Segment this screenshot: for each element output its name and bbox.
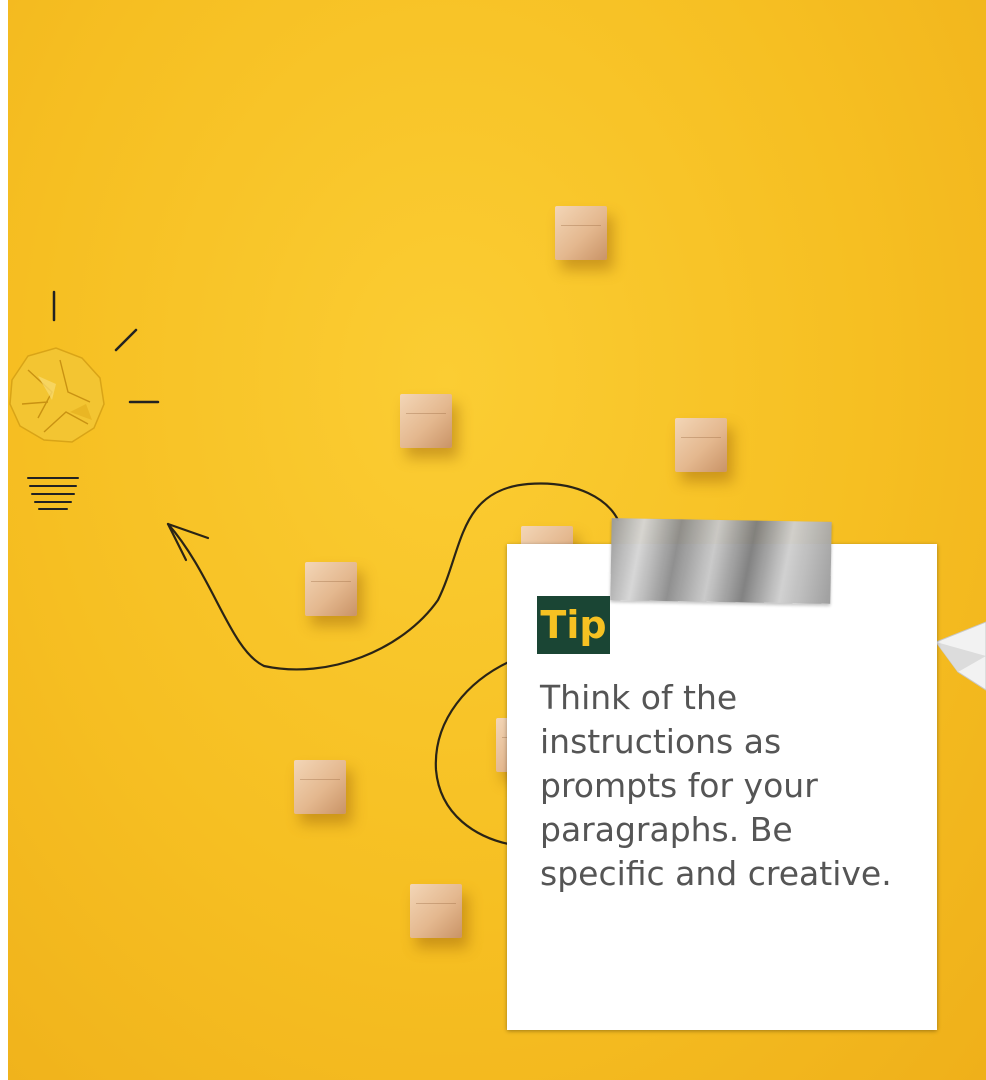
wooden-block	[555, 206, 607, 260]
paper-plane-icon	[936, 621, 986, 691]
tape-icon	[610, 518, 832, 604]
crumpled-paper-lightbulb-icon	[9, 347, 105, 443]
wooden-block	[675, 418, 727, 472]
wooden-block	[410, 884, 462, 938]
lightbulb-base-icon	[27, 477, 79, 510]
tip-heading: Tip	[537, 596, 610, 654]
tip-body-text: Think of the instructions as prompts for…	[540, 678, 892, 893]
wooden-block	[294, 760, 346, 814]
wooden-block	[305, 562, 357, 616]
wooden-block	[400, 394, 452, 448]
